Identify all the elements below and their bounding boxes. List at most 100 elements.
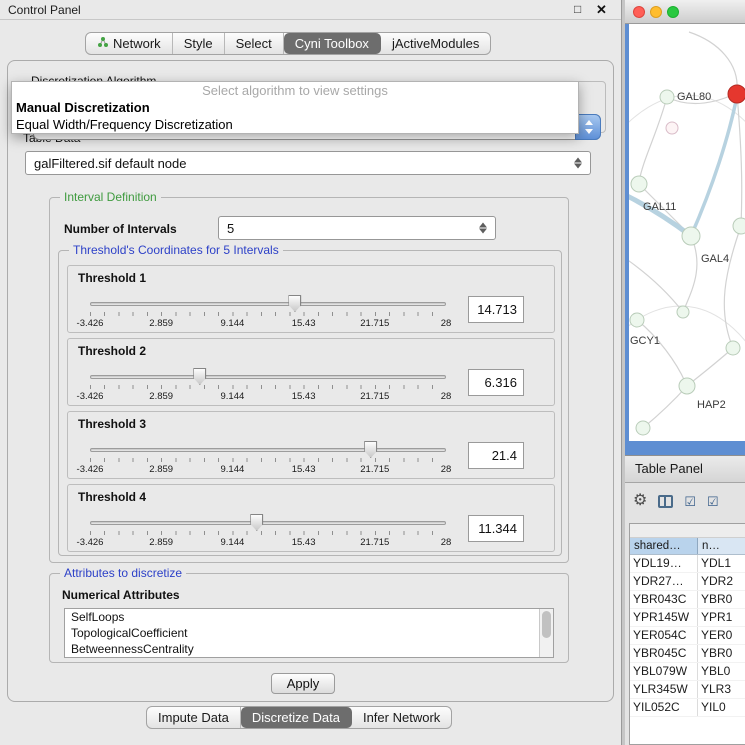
list-item[interactable]: SelfLoops [65,609,553,625]
threshold-3-value-field[interactable]: 21.4 [468,442,524,469]
tab-style[interactable]: Style [173,33,225,54]
table-cell[interactable]: YDR2 [698,573,745,590]
table-cell[interactable]: YPR145W [630,609,698,626]
table-row[interactable]: YPR145WYPR1 [630,609,745,627]
gear-icon[interactable]: ⚙ [633,493,647,509]
close-icon[interactable]: ✕ [596,2,607,18]
threshold-4-slider[interactable]: -3.426 2.859 9.144 15.43 21.715 28 [90,513,446,551]
tab-cyni-toolbox[interactable]: Cyni Toolbox [284,33,381,54]
tick-label: 21.715 [360,464,389,475]
slider-track[interactable] [90,302,446,306]
slider-thumb[interactable] [364,441,377,458]
network-node[interactable] [660,90,674,104]
table-row[interactable]: YDR27…YDR2 [630,573,745,591]
apply-button[interactable]: Apply [271,673,335,694]
slider-thumb[interactable] [193,368,206,385]
table-cell[interactable]: YDL19… [630,555,698,572]
table-cell[interactable]: YER054C [630,627,698,644]
numerical-attributes-list: SelfLoops TopologicalCoefficient Between… [64,608,554,658]
tick-label: -3.426 [77,464,104,475]
control-panel: Control Panel □ ✕ Network Style Select C… [0,0,622,745]
network-canvas[interactable]: GAL80 GAL11 GAL4 GCY1 HAP2 [629,24,745,441]
table-cell[interactable]: YBR043C [630,591,698,608]
threshold-2-panel: Threshold 2 -3.426 2.859 9.144 15.43 21.… [67,338,555,406]
threshold-2-slider[interactable]: -3.426 2.859 9.144 15.43 21.715 28 [90,367,446,405]
table-row[interactable]: YLR345WYLR3 [630,681,745,699]
threshold-4-value-field[interactable]: 11.344 [468,515,524,542]
dropdown-option-equal-width[interactable]: Equal Width/Frequency Discretization [12,116,578,133]
tab-discretize-data[interactable]: Discretize Data [241,707,352,728]
table-cell[interactable]: YBL0 [698,663,745,680]
interval-definition-group: Interval Definition Number of Intervals … [49,197,569,563]
table-cell[interactable]: YDL1 [698,555,745,572]
network-node[interactable] [630,313,644,327]
number-of-intervals-label: Number of Intervals [64,222,177,236]
table-data-combobox[interactable]: galFiltered.sif default node [25,151,591,175]
table-cell[interactable]: YBR0 [698,591,745,608]
tab-impute-data[interactable]: Impute Data [147,707,241,728]
table-panel-header: Table Panel [625,455,745,483]
tab-infer-network[interactable]: Infer Network [352,707,451,728]
minimize-traffic-light-button[interactable] [650,6,662,18]
tab-label: Discretize Data [252,707,340,728]
table-row[interactable]: YBR045CYBR0 [630,645,745,663]
table-cell[interactable]: YIL052C [630,699,698,716]
threshold-3-slider[interactable]: -3.426 2.859 9.144 15.43 21.715 28 [90,440,446,478]
threshold-label: Threshold 4 [78,490,146,504]
scrollbar-thumb[interactable] [542,611,551,638]
table-cell[interactable]: YDR27… [630,573,698,590]
network-node[interactable] [631,176,647,192]
tab-select[interactable]: Select [225,33,284,54]
threshold-2-value-field[interactable]: 6.316 [468,369,524,396]
list-item[interactable]: TopologicalCoefficient [65,625,553,641]
slider-thumb[interactable] [288,295,301,312]
table-cell[interactable]: YLR345W [630,681,698,698]
slider-track[interactable] [90,375,446,379]
table-row[interactable]: YER054CYER0 [630,627,745,645]
network-node[interactable] [666,122,678,134]
table-cell[interactable]: YBR045C [630,645,698,662]
table-cell[interactable]: YPR1 [698,609,745,626]
checkbox-select-all-icon[interactable]: ☑ [684,495,696,508]
tab-network[interactable]: Network [86,33,173,54]
list-item[interactable]: BetweennessCentrality [65,641,553,657]
tick-label: 15.43 [292,318,316,329]
close-traffic-light-button[interactable] [633,6,645,18]
table-cell[interactable]: YER0 [698,627,745,644]
table-row[interactable]: YIL052CYIL0 [630,699,745,717]
tick-label: 21.715 [360,537,389,548]
checkbox-select-none-icon[interactable]: ☑ [707,495,719,508]
table-cell[interactable]: YBL079W [630,663,698,680]
table-row[interactable]: YDL19…YDL1 [630,555,745,573]
network-node[interactable] [682,227,700,245]
network-window-titlebar[interactable] [625,0,745,24]
tick-label: -3.426 [77,537,104,548]
slider-thumb[interactable] [250,514,263,531]
threshold-1-value-field[interactable]: 14.713 [468,296,524,323]
network-node[interactable] [677,306,689,318]
table-row[interactable]: YBR043CYBR0 [630,591,745,609]
number-of-intervals-combobox[interactable]: 5 [218,216,496,240]
zoom-traffic-light-button[interactable] [667,6,679,18]
table-cell[interactable]: YBR0 [698,645,745,662]
tick-label: 15.43 [292,391,316,402]
threshold-1-slider[interactable]: -3.426 2.859 9.144 15.43 21.715 28 [90,294,446,332]
network-node[interactable] [679,378,695,394]
slider-track[interactable] [90,448,446,452]
network-node[interactable] [636,421,650,435]
slider-track[interactable] [90,521,446,525]
tab-jactivemodules[interactable]: jActiveModules [381,33,490,54]
table-row[interactable]: YBL079WYBL0 [630,663,745,681]
network-node[interactable] [726,341,740,355]
float-window-icon[interactable]: □ [574,2,581,16]
attributes-scrollbar[interactable] [539,609,553,657]
table-cell[interactable]: YLR3 [698,681,745,698]
column-header-shared-name[interactable]: shared… [630,538,698,554]
column-header-name[interactable]: n… [698,538,745,554]
network-node-red[interactable] [728,85,745,103]
dropdown-option-manual[interactable]: Manual Discretization [12,99,578,116]
table-cell[interactable]: YIL0 [698,699,745,716]
tick-label: 28 [441,464,452,475]
columns-icon[interactable] [658,495,673,508]
network-node[interactable] [733,218,745,234]
